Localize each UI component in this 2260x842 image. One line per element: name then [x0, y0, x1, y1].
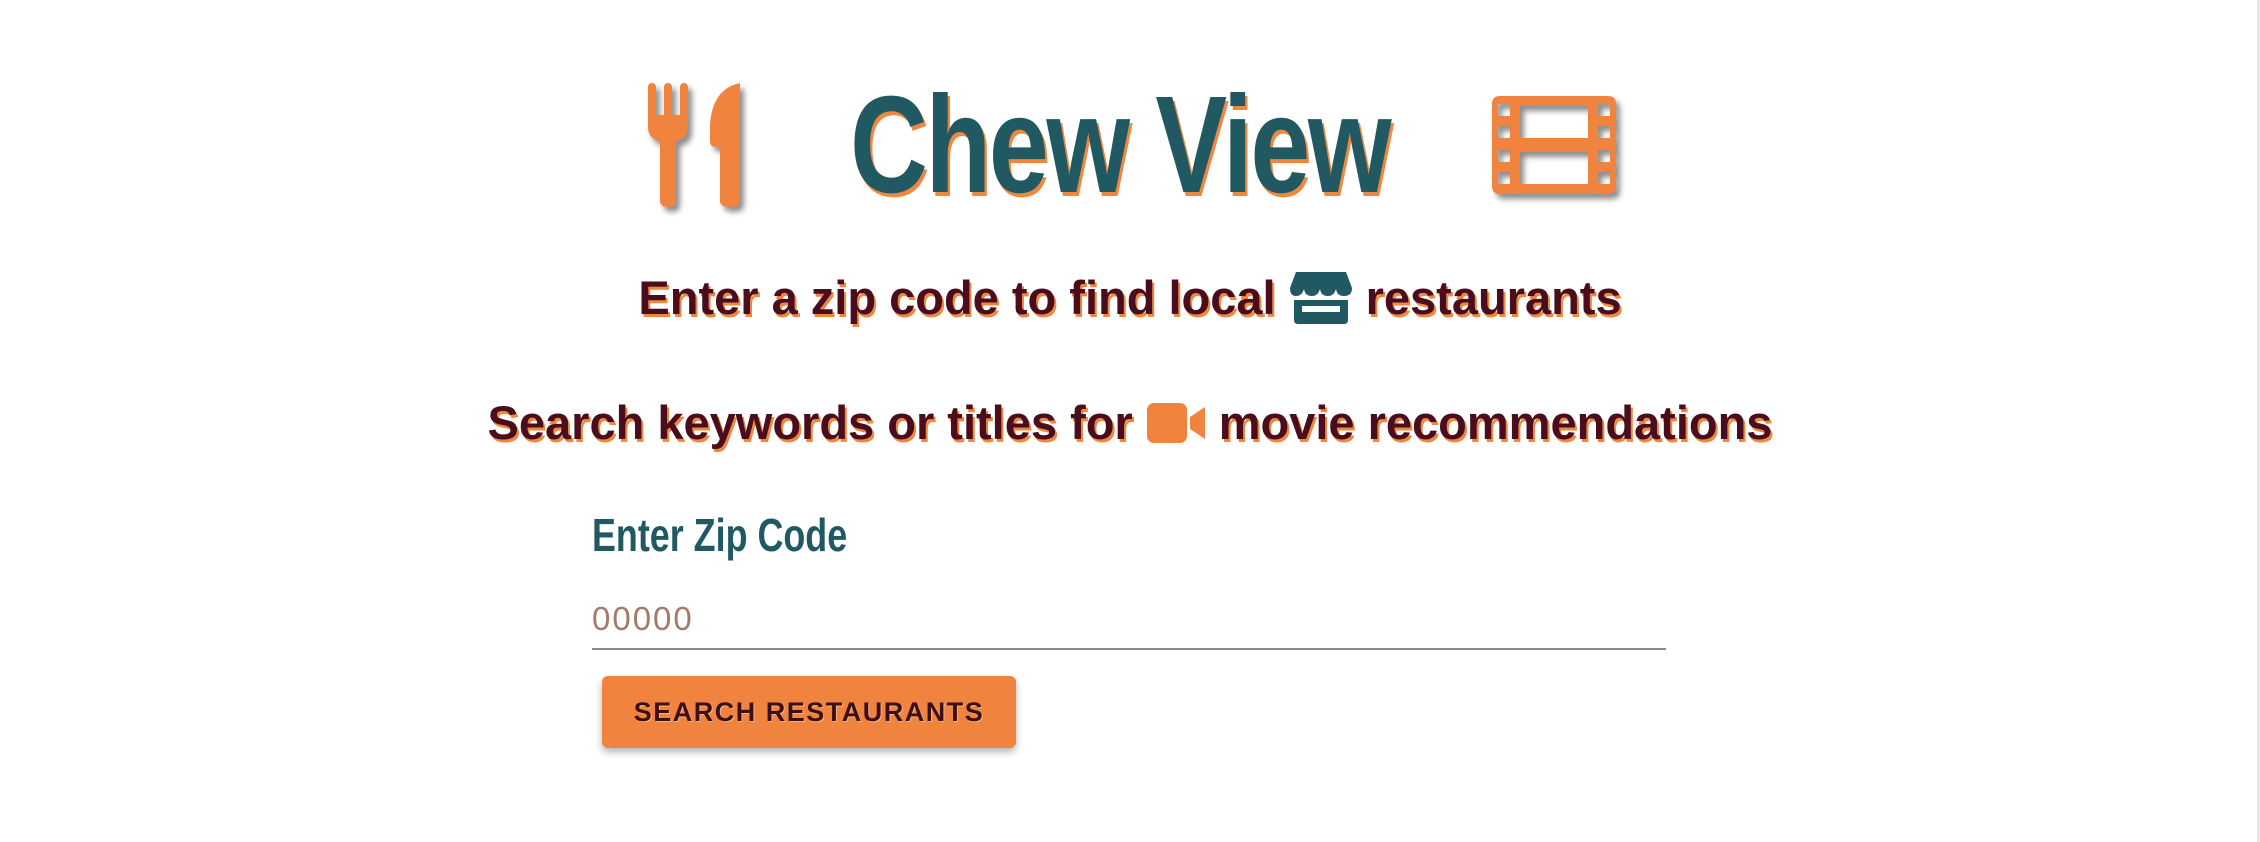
- movies-intro-text-before: Search keywords or titles for: [487, 396, 1133, 449]
- movies-intro: Search keywords or titles for movie reco…: [0, 395, 2260, 450]
- film-strip-icon: [1491, 96, 1616, 194]
- zip-label: Enter Zip Code: [592, 509, 848, 561]
- store-icon: [1289, 271, 1352, 324]
- app-title: Chew View: [850, 68, 1392, 222]
- restaurants-intro-text-after: restaurants: [1365, 271, 1622, 324]
- fork-knife-icon: [644, 83, 748, 207]
- page: Chew View Enter a zip code to find local…: [0, 0, 2260, 842]
- movies-intro-text-after: movie recommendations: [1218, 396, 1773, 449]
- app-header: Chew View: [0, 70, 2260, 220]
- restaurants-intro: Enter a zip code to find local restauran…: [0, 270, 2260, 325]
- search-restaurants-button[interactable]: SEARCH RESTAURANTS: [602, 676, 1016, 748]
- restaurants-intro-text-before: Enter a zip code to find local: [638, 271, 1276, 324]
- zip-search-form: Enter Zip Code SEARCH RESTAURANTS: [592, 508, 1666, 748]
- video-camera-icon: [1146, 402, 1205, 443]
- zip-code-input[interactable]: [592, 590, 1666, 650]
